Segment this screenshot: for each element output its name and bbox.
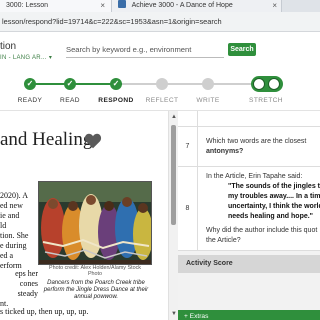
photo-credit: Photo credit: Alex Holden/Alamy Stock Ph…	[49, 265, 141, 278]
tab-title: Achieve 3000 - A Dance of Hope	[131, 2, 233, 9]
question-number-cell	[178, 111, 198, 126]
step-write-dot[interactable]	[202, 78, 214, 90]
close-tab-icon[interactable]: ×	[100, 0, 105, 12]
scroll-down-icon[interactable]: ▼	[171, 311, 177, 317]
step-remaining-line	[122, 83, 268, 85]
section-dropdown[interactable]: IN - LANG AR... ▾	[0, 54, 52, 61]
address-bar[interactable]: lesson/respond?lid=19714&c=222&sc=1953&a…	[0, 12, 320, 32]
check-icon: ✓	[66, 79, 74, 88]
step-ready-dot[interactable]: ✓	[24, 78, 36, 90]
section-title: tion	[0, 41, 17, 52]
search-button[interactable]: Search	[228, 43, 256, 56]
article-text-line: ed new	[0, 201, 23, 210]
question-row-7[interactable]: 7 Which two words are the closest antony…	[178, 127, 320, 167]
close-tab-icon[interactable]: ×	[272, 0, 277, 12]
article-text-line: ed a	[0, 251, 14, 260]
search-input[interactable]	[66, 42, 224, 58]
question-quote-line: "The sounds of the jingles tak	[228, 183, 320, 190]
step-read-dot[interactable]: ✓	[64, 78, 76, 90]
lesson-steps: ✓ ✓ ✓ READY READ RESPOND REFLECT WRITE S…	[0, 70, 320, 110]
article-scrollbar[interactable]: ▲ ▼	[168, 111, 178, 320]
toggle-knob-right	[268, 78, 280, 90]
browser-tab-lesson[interactable]: 3000: Lesson ×	[0, 0, 112, 12]
question-prompt: Why did the author include this quot	[206, 227, 318, 234]
activity-score-header[interactable]: Activity Score	[178, 255, 320, 273]
article-pane: and Healing 2020). A ed new ie and ld ti…	[0, 111, 168, 320]
question-number: 8	[178, 167, 198, 250]
stretch-toggle[interactable]	[251, 76, 283, 92]
check-icon: ✓	[26, 79, 34, 88]
article-photo[interactable]	[38, 181, 152, 265]
article-text-line: eps her	[15, 269, 38, 278]
question-quote-line: needs healing and hope."	[228, 213, 313, 220]
question-text: Which two words are the closest	[206, 138, 307, 145]
question-quote-line: uncertainty, I think the world	[228, 203, 320, 210]
section-dropdown-label: IN - LANG AR...	[0, 55, 47, 61]
chevron-down-icon: ▾	[48, 55, 53, 61]
step-label-write[interactable]: WRITE	[178, 97, 238, 104]
step-label-stretch[interactable]: STRETCH	[236, 97, 296, 104]
question-number: 7	[178, 127, 198, 166]
article-title: and Healing	[0, 129, 93, 150]
question-quote-line: my troubles away.... In a time	[228, 193, 320, 200]
heart-icon[interactable]	[84, 133, 102, 149]
browser-tab-dance-of-hope[interactable]: Achieve 3000 - A Dance of Hope ×	[112, 0, 282, 12]
step-reflect-dot[interactable]	[156, 78, 168, 90]
article-text-line: tion. She	[0, 231, 29, 240]
article-text-line: ld	[0, 221, 7, 230]
article-text-line: steady	[17, 289, 38, 298]
scroll-up-icon[interactable]: ▲	[171, 114, 177, 120]
site-favicon-icon	[118, 0, 126, 8]
article-text-line: s ticked up, then up, up, up.	[0, 307, 89, 316]
url-text[interactable]: lesson/respond?lid=19714&c=222&sc=1953&a…	[0, 15, 320, 29]
check-icon: ✓	[112, 79, 120, 88]
step-respond-dot[interactable]: ✓	[110, 78, 122, 90]
dancers-photo-image	[39, 182, 151, 264]
article-text-line: e during	[0, 241, 27, 250]
browser-tab-strip: 3000: Lesson × Achieve 3000 - A Dance of…	[0, 0, 320, 12]
article-text-line: 2020). A	[0, 191, 28, 200]
question-row-8[interactable]: 8 In the Article, Erin Tapahe said: "The…	[178, 167, 320, 251]
toggle-knob-left	[253, 78, 265, 90]
photo-caption: Dancers from the Poarch Creek tribe perf…	[43, 280, 149, 301]
article-text-line: ie and	[0, 211, 20, 220]
question-intro: In the Article, Erin Tapahe said:	[206, 173, 303, 180]
article-text-line: cones	[19, 279, 38, 288]
question-row-blank	[178, 111, 320, 127]
question-prompt: the Article?	[206, 237, 241, 244]
extras-button[interactable]: + Extras	[178, 310, 320, 320]
questions-pane: 7 Which two words are the closest antony…	[178, 111, 320, 320]
scrollbar-thumb[interactable]	[171, 125, 176, 225]
question-text: antonyms?	[206, 148, 244, 155]
tab-title: 3000: Lesson	[6, 2, 49, 9]
